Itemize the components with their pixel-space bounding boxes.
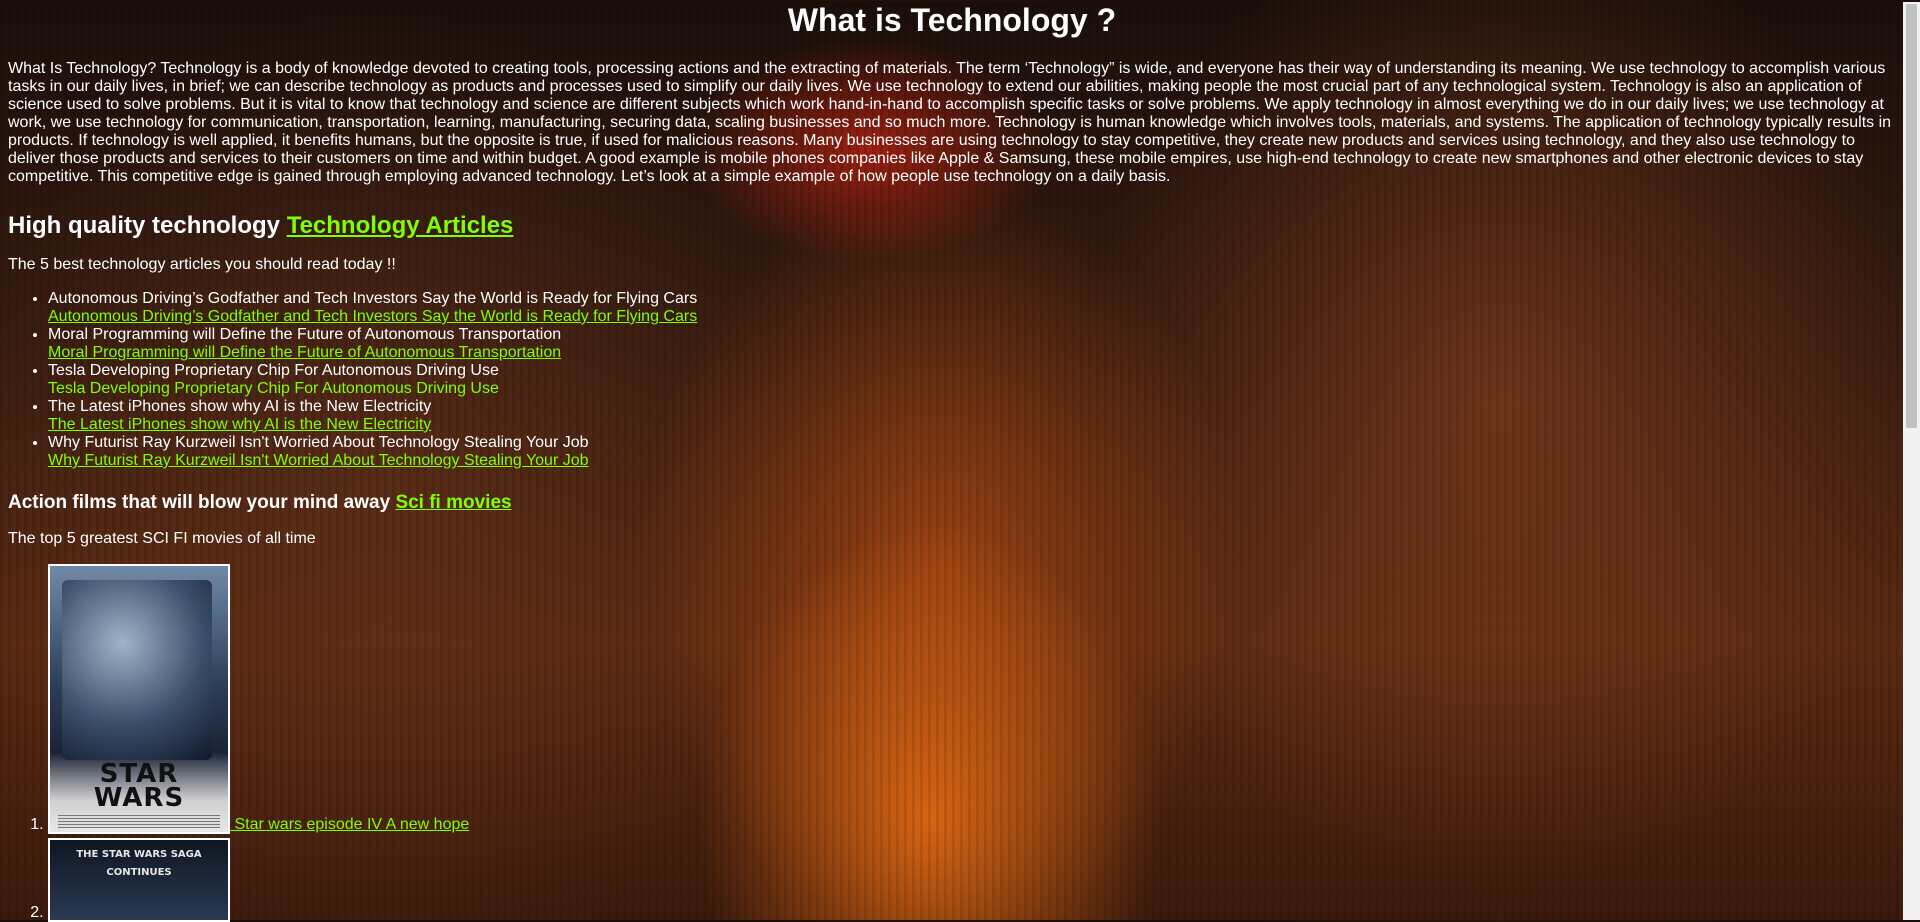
list-item: STAR WARS Star wars episode IV A new hop…	[48, 564, 1896, 834]
movie-poster-image: THE STAR WARS SAGA CONTINUES	[48, 838, 230, 922]
list-item: The Latest iPhones show why AI is the Ne…	[48, 398, 1896, 434]
article-link[interactable]: Why Futurist Ray Kurzweil Isn't Worried …	[48, 452, 589, 469]
article-title: Moral Programming will Define the Future…	[48, 326, 562, 343]
article-link[interactable]: The Latest iPhones show why AI is the Ne…	[48, 416, 431, 433]
poster-artwork	[62, 580, 212, 760]
article-title: Tesla Developing Proprietary Chip For Au…	[48, 362, 499, 379]
movie-poster-image: STAR WARS	[48, 564, 230, 834]
list-item: Autonomous Driving’s Godfather and Tech …	[48, 290, 1896, 326]
page-title: What is Technology ?	[787, 2, 1117, 38]
poster-tagline: THE STAR WARS SAGA CONTINUES	[76, 849, 202, 878]
tech-subtitle: The 5 best technology articles you shoul…	[8, 256, 396, 273]
sci-fi-movies-link[interactable]: Sci fi movies	[395, 492, 511, 513]
scrollbar-thumb[interactable]	[1906, 4, 1917, 428]
movie-title-link[interactable]: Star wars episode IV A new hope	[230, 816, 469, 833]
article-title: Why Futurist Ray Kurzweil Isn't Worried …	[48, 434, 589, 451]
poster-credits	[58, 814, 220, 828]
tech-section-heading: High quality technology Technology Artic…	[8, 212, 1896, 240]
page-content: What is Technology ? What Is Technology?…	[0, 2, 1904, 922]
poster-logo: STAR WARS	[93, 759, 185, 813]
article-link[interactable]: Tesla Developing Proprietary Chip For Au…	[48, 380, 499, 397]
article-link[interactable]: Moral Programming will Define the Future…	[48, 344, 561, 361]
intro-paragraph: What Is Technology? Technology is a body…	[8, 60, 1892, 185]
movies-section-heading: Action films that will blow your mind aw…	[8, 492, 1896, 514]
vertical-scrollbar[interactable]	[1903, 2, 1920, 920]
technology-articles-link[interactable]: Technology Articles	[287, 212, 514, 239]
list-item: Moral Programming will Define the Future…	[48, 326, 1896, 362]
list-item: Tesla Developing Proprietary Chip For Au…	[48, 362, 1896, 398]
tech-heading-text: High quality technology	[8, 212, 281, 239]
article-title: Autonomous Driving’s Godfather and Tech …	[48, 290, 698, 307]
list-item: Why Futurist Ray Kurzweil Isn't Worried …	[48, 434, 1896, 470]
article-link[interactable]: Autonomous Driving’s Godfather and Tech …	[48, 308, 697, 325]
movie-list: STAR WARS Star wars episode IV A new hop…	[8, 564, 1896, 922]
movies-heading-text: Action films that will blow your mind aw…	[8, 492, 391, 513]
article-list: Autonomous Driving’s Godfather and Tech …	[8, 290, 1896, 470]
article-title: The Latest iPhones show why AI is the Ne…	[48, 398, 432, 415]
movie-poster-link[interactable]: THE STAR WARS SAGA CONTINUES	[48, 838, 230, 922]
movies-subtitle: The top 5 greatest SCI FI movies of all …	[8, 530, 316, 547]
list-item: THE STAR WARS SAGA CONTINUES	[48, 838, 1896, 922]
movie-poster-link[interactable]: STAR WARS	[48, 564, 230, 834]
